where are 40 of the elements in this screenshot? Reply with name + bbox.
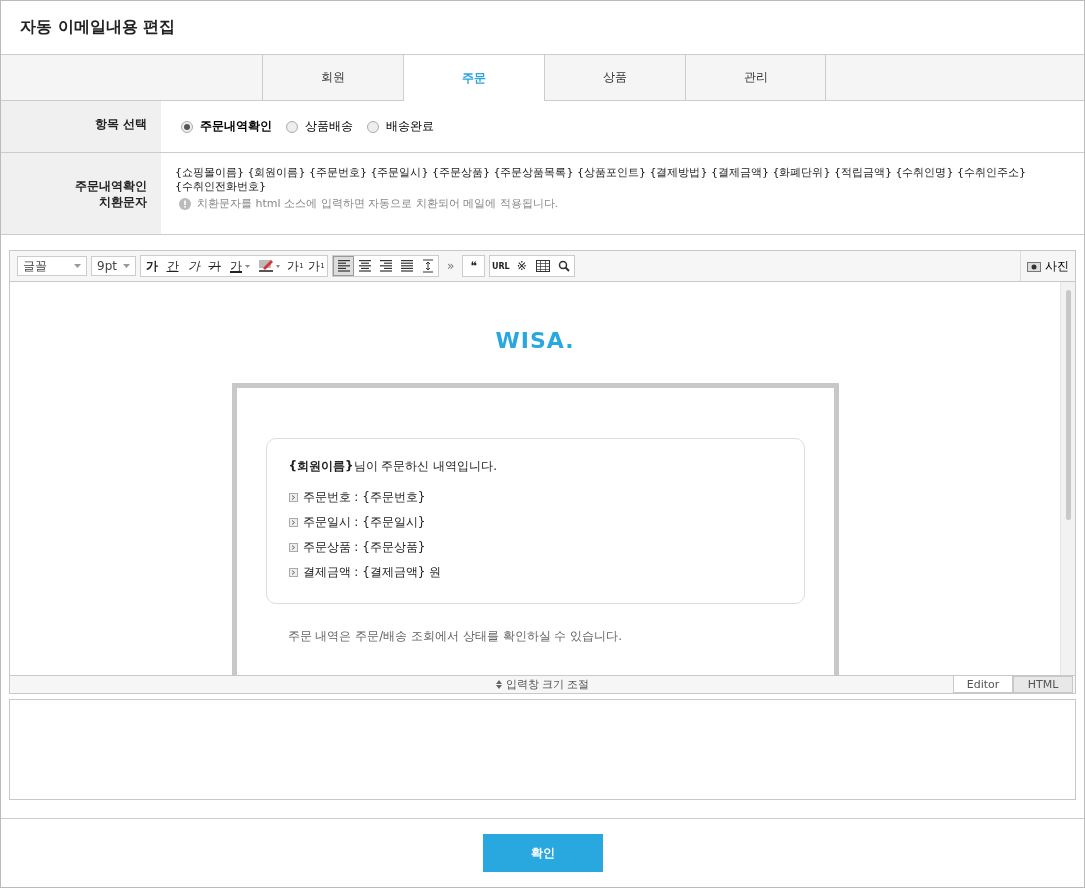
field-label: 주문내역확인 치환문자 [1,153,161,234]
align-button[interactable] [333,256,354,276]
notice-text: 치환문자를 html 소스에 입력하면 자동으로 치환되어 메일에 적용됩니다. [197,197,559,211]
caret-icon [74,264,81,268]
mode-tab[interactable]: HTML [1013,676,1073,693]
info-icon [179,198,191,210]
more-button[interactable]: » [443,259,459,273]
radio-option[interactable]: 주문내역확인 [181,118,272,135]
align-left-icon [336,259,351,273]
radio-option[interactable]: 배송완료 [367,118,434,135]
placeholder-codes: {쇼핑몰이름} {회원이름} {주문번호} {주문일시} {주문상품} {주문상품목록} {상품포인트} {결제방법} {결제금액} {화폐단위} {적립금액} {수취인명} {수취인주소} {수취인전화번호} [175,166,1027,194]
size-select[interactable]: 9pt [91,256,136,276]
logo: WISA. [495,328,575,353]
align-center-icon [357,259,372,273]
order-detail: 주문상품 : {주문상품} [302,539,426,556]
bullet-icon [288,568,298,577]
order-detail: 주문일시 : {주문일시} [302,514,426,531]
order-detail: 주문번호 : {주문번호} [302,489,426,506]
footnote-text: 주문 내역은 주문/배송 조회에서 상태를 확인하실 수 있습니다. [287,628,624,645]
search-icon [557,260,570,272]
greeting-text: {회원이름}님이 주문하신 내역입니다. [288,458,499,475]
align-right-icon [378,259,393,273]
bullet-icon [288,493,298,502]
bullet-icon [288,543,298,552]
align-justify-icon [399,259,414,273]
font-select[interactable]: 글꼴 [17,256,87,276]
table-icon [535,260,550,272]
resize-handle[interactable]: 입력창 크기 조절 [495,677,590,692]
bullet-icon [288,518,298,527]
caret-icon [123,264,130,268]
caret-icon [245,264,250,268]
tab[interactable]: 관리 [685,55,826,100]
field-label: 항목 선택 [1,101,161,152]
order-detail: 결제금액 : {결제금액} 원 [302,564,442,581]
camera-icon [1027,260,1041,272]
radio-option[interactable]: 상품배송 [286,118,353,135]
highlighter-icon [258,259,282,273]
scrollbar[interactable] [1060,282,1075,675]
mode-tab[interactable]: Editor [953,676,1013,693]
line-height-icon [420,259,435,273]
